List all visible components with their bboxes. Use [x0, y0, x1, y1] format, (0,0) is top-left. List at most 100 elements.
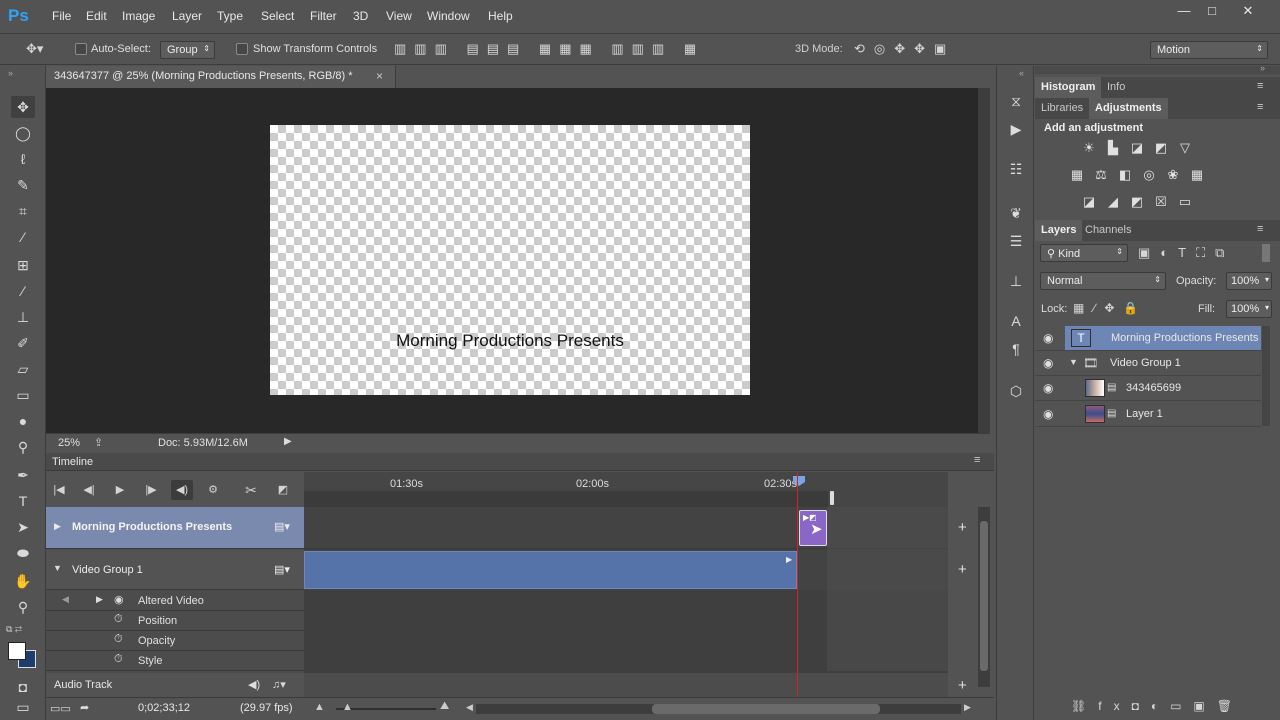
- gradient-tool-icon[interactable]: ▭: [11, 384, 35, 406]
- lasso-tool-icon[interactable]: ℓ: [11, 148, 35, 170]
- marquee-tool-icon[interactable]: ◯: [11, 122, 35, 144]
- blend-mode-dropdown[interactable]: Normal ⇕: [1040, 272, 1166, 290]
- quick-mask-icon[interactable]: ◘: [11, 676, 35, 698]
- document-canvas[interactable]: Morning Productions Presents: [270, 125, 750, 395]
- shape-tool-icon[interactable]: ⬬: [11, 542, 35, 564]
- actions-play-icon[interactable]: ▶: [1005, 118, 1027, 140]
- audio-menu-icon[interactable]: ♫▾: [272, 678, 286, 691]
- timeline-vertical-scrollbar[interactable]: [978, 507, 990, 687]
- stopwatch-icon[interactable]: ⏱: [114, 633, 123, 646]
- property-row[interactable]: ⏱ Position: [46, 611, 304, 631]
- panel-menu-icon[interactable]: ≡: [974, 454, 980, 466]
- eraser-tool-icon[interactable]: ▱: [11, 358, 35, 380]
- menu-window[interactable]: Window: [427, 9, 470, 23]
- stopwatch-icon[interactable]: ⏱: [114, 613, 123, 626]
- layer-row[interactable]: ◉ ▤ 343465699: [1035, 376, 1261, 401]
- layer-row[interactable]: ◉ ▼ 🎞 Video Group 1: [1035, 351, 1261, 376]
- add-audio-icon[interactable]: +: [958, 677, 967, 694]
- visibility-eye-icon[interactable]: ◉: [1043, 331, 1053, 345]
- eyedropper-tool-icon[interactable]: ⁄: [11, 226, 35, 248]
- dodge-tool-icon[interactable]: ⚲: [11, 436, 35, 458]
- exposure-icon[interactable]: ◩: [1151, 138, 1171, 158]
- 3d-mode-icons[interactable]: ⟲◎✥✥▣: [854, 42, 955, 55]
- layers-footer-icons[interactable]: ⛓fx◘◐▭▣🗑: [1071, 700, 1244, 712]
- selective-color-icon[interactable]: ☒: [1151, 192, 1171, 212]
- canvas-text-layer[interactable]: Morning Productions Presents: [270, 331, 750, 351]
- menu-layer[interactable]: Layer: [172, 9, 202, 23]
- kind-filter-dropdown[interactable]: ⚲ Kind ⇕: [1040, 244, 1128, 262]
- collapse-icon[interactable]: «: [1019, 68, 1024, 78]
- swap-colors-icon[interactable]: ⧉ ⇄: [6, 624, 22, 635]
- scroll-right-icon[interactable]: ▶: [964, 702, 971, 713]
- auto-select-dropdown[interactable]: Group ⇕: [160, 41, 215, 59]
- share-icon[interactable]: ⇪: [94, 436, 103, 449]
- auto-select-checkbox[interactable]: [75, 43, 87, 55]
- document-tab[interactable]: 343647377 @ 25% (Morning Productions Pre…: [46, 66, 396, 88]
- horizontal-scroll-thumb[interactable]: [652, 704, 880, 714]
- panel-menu-icon[interactable]: ≡: [1257, 223, 1263, 235]
- layer-row[interactable]: ◉ ▤ Layer 1: [1035, 402, 1261, 427]
- track-menu-icon[interactable]: ▤▾: [274, 563, 290, 576]
- transform-controls-checkbox[interactable]: [236, 43, 248, 55]
- path-select-tool-icon[interactable]: ➤: [11, 516, 35, 538]
- quick-select-tool-icon[interactable]: ✎: [11, 174, 35, 196]
- pen-tool-icon[interactable]: ✒: [11, 464, 35, 486]
- track-header-text[interactable]: ▶ Morning Productions Presents ▤▾: [46, 507, 304, 549]
- hue-saturation-icon[interactable]: ▦: [1067, 165, 1087, 185]
- levels-icon[interactable]: ▙: [1103, 138, 1123, 158]
- tab-layers[interactable]: Layers: [1035, 220, 1083, 241]
- hand-tool-icon[interactable]: ✋: [11, 570, 35, 592]
- collapse-arrow-icon[interactable]: ▼: [53, 563, 62, 573]
- threshold-icon[interactable]: ◩: [1127, 192, 1147, 212]
- menu-select[interactable]: Select: [261, 9, 294, 23]
- opacity-input[interactable]: 100% ▾: [1226, 272, 1272, 290]
- zoom-tool-icon[interactable]: ⚲: [11, 596, 35, 618]
- brush-presets-icon[interactable]: ❦: [1005, 202, 1027, 224]
- settings-gear-icon[interactable]: ⚙: [202, 480, 224, 500]
- audio-mute-icon[interactable]: ◀): [248, 678, 260, 691]
- timeline-ruler[interactable]: 01:30s 02:00s 02:30s: [304, 472, 948, 507]
- work-area-handle[interactable]: [830, 491, 834, 505]
- workspace-dropdown[interactable]: Motion ⇕: [1150, 41, 1268, 59]
- photo-filter-icon[interactable]: ◎: [1139, 165, 1159, 185]
- properties-icon[interactable]: ☷: [1005, 158, 1027, 180]
- video-clip[interactable]: ▶: [304, 551, 797, 589]
- next-frame-icon[interactable]: |▶: [140, 480, 162, 500]
- transition-icon[interactable]: ◩: [272, 480, 294, 500]
- zoom-in-icon[interactable]: ⛰: [440, 700, 449, 713]
- zoom-level[interactable]: 25%: [58, 437, 80, 449]
- brightness-icon[interactable]: ☀: [1079, 138, 1099, 158]
- healing-tool-icon[interactable]: ⊞: [11, 254, 35, 276]
- type-tool-icon[interactable]: T: [11, 490, 35, 512]
- expand-arrow-icon[interactable]: ▶: [54, 521, 61, 532]
- color-balance-icon[interactable]: ⚖: [1091, 165, 1111, 185]
- crop-tool-icon[interactable]: ⌗: [11, 200, 35, 222]
- tab-info[interactable]: Info: [1101, 77, 1131, 98]
- layer-row[interactable]: ◉ T Morning Productions Presents: [1035, 326, 1261, 351]
- audio-track-header[interactable]: Audio Track ◀) ♫▾: [46, 673, 304, 697]
- panel-menu-icon[interactable]: ≡: [1257, 80, 1263, 92]
- minimize-button[interactable]: —: [1170, 3, 1198, 21]
- character-icon[interactable]: A: [1005, 310, 1027, 332]
- color-lookup-icon[interactable]: ▦: [1187, 165, 1207, 185]
- add-media-icon[interactable]: +: [958, 519, 967, 536]
- zoom-slider-handle[interactable]: ▲: [342, 701, 353, 713]
- menu-file[interactable]: File: [52, 9, 71, 23]
- track-menu-icon[interactable]: ▤▾: [274, 520, 290, 533]
- status-menu-arrow-icon[interactable]: ▶: [284, 436, 292, 447]
- split-scissors-icon[interactable]: ✂: [240, 480, 262, 500]
- current-timecode[interactable]: 0;02;33;12: [138, 702, 190, 714]
- 3d-icon[interactable]: ⬡: [1005, 380, 1027, 402]
- first-frame-icon[interactable]: |◀: [48, 480, 70, 500]
- blur-tool-icon[interactable]: ●: [11, 410, 35, 432]
- collapse-arrow-icon[interactable]: ▼: [1069, 357, 1078, 367]
- add-media-icon[interactable]: +: [958, 561, 967, 578]
- menu-type[interactable]: Type: [217, 9, 243, 23]
- brush-tool-icon[interactable]: ∕: [11, 280, 35, 302]
- tab-channels[interactable]: Channels: [1079, 220, 1137, 241]
- tab-histogram[interactable]: Histogram: [1035, 77, 1102, 98]
- screen-mode-icon[interactable]: ▭: [11, 700, 35, 714]
- filter-toggle[interactable]: [1262, 244, 1270, 262]
- clone-source-icon[interactable]: ⊥: [1005, 270, 1027, 292]
- fill-input[interactable]: 100% ▾: [1226, 300, 1272, 318]
